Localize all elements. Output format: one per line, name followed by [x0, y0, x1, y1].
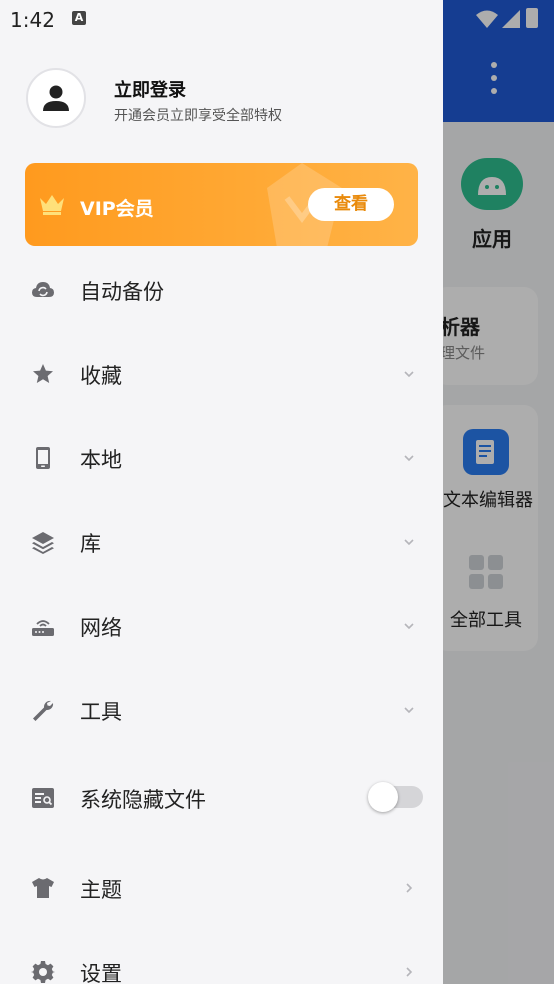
crown-icon	[40, 195, 64, 215]
menu-label-network: 网络	[80, 616, 122, 640]
menu-item-local[interactable]: 本地	[0, 428, 443, 488]
notification-a-icon: A	[72, 11, 86, 25]
hidden-files-toggle-thumb[interactable]	[368, 782, 398, 812]
menu-item-auto-backup[interactable]: 自动备份	[0, 260, 443, 320]
vip-label: VIP会员	[80, 198, 154, 220]
avatar[interactable]	[26, 68, 86, 128]
navigation-drawer: 1:42 A 立即登录 开通会员立即享受全部特权 VIP会员 查看 自动备份 收…	[0, 0, 443, 984]
phone-icon	[36, 447, 50, 469]
menu-label-auto-backup: 自动备份	[80, 280, 164, 304]
cloud-sync-icon	[32, 282, 54, 297]
chevron-right-icon[interactable]	[403, 966, 415, 978]
login-subtitle: 开通会员立即享受全部特权	[114, 108, 282, 124]
menu-label-local: 本地	[80, 448, 122, 472]
tshirt-icon	[32, 878, 54, 898]
login-title[interactable]: 立即登录	[114, 76, 186, 102]
menu-label-favorites: 收藏	[80, 364, 122, 388]
menu-label-tools: 工具	[80, 700, 122, 724]
menu-label-hidden-files: 系统隐藏文件	[80, 788, 206, 812]
gear-icon	[31, 961, 55, 983]
router-icon	[32, 620, 54, 636]
chevron-down-icon[interactable]	[403, 704, 415, 716]
menu-item-favorites[interactable]: 收藏	[0, 344, 443, 404]
status-time: 1:42	[10, 8, 55, 32]
vip-view-button[interactable]: 查看	[308, 188, 394, 221]
chevron-right-icon[interactable]	[403, 882, 415, 894]
chevron-down-icon[interactable]	[403, 452, 415, 464]
layers-icon	[32, 532, 54, 554]
menu-item-tools[interactable]: 工具	[0, 680, 443, 740]
menu-label-library: 库	[80, 532, 101, 556]
menu-item-settings[interactable]: 设置	[0, 942, 443, 984]
menu-item-hidden-files[interactable]: 系统隐藏文件	[0, 768, 443, 828]
wrench-icon	[33, 700, 54, 721]
chevron-down-icon[interactable]	[403, 536, 415, 548]
menu-item-network[interactable]: 网络	[0, 596, 443, 656]
menu-item-theme[interactable]: 主题	[0, 858, 443, 918]
hidden-file-icon	[32, 788, 54, 808]
chevron-down-icon[interactable]	[403, 368, 415, 380]
vip-banner[interactable]: VIP会员 查看	[25, 163, 418, 246]
chevron-down-icon[interactable]	[403, 620, 415, 632]
person-icon	[43, 85, 69, 111]
menu-label-theme: 主题	[80, 878, 122, 902]
menu-label-settings: 设置	[80, 962, 122, 984]
star-icon	[33, 364, 53, 383]
menu-item-library[interactable]: 库	[0, 512, 443, 572]
